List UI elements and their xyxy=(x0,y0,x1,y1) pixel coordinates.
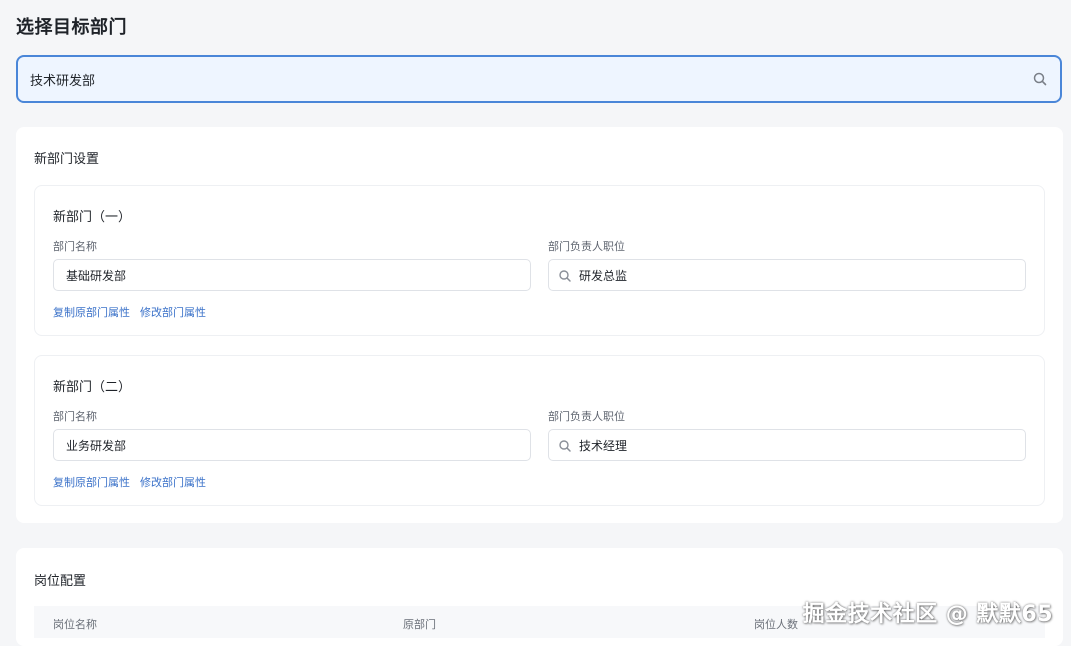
copy-department-attributes-link[interactable]: 复制原部门属性 xyxy=(53,304,130,320)
department-name-label: 部门名称 xyxy=(53,240,97,253)
edit-department-attributes-link[interactable]: 修改部门属性 xyxy=(140,304,206,320)
department-name-field[interactable] xyxy=(53,259,531,291)
manager-position-field[interactable] xyxy=(548,259,1026,291)
department-name-input[interactable] xyxy=(66,260,516,290)
manager-position-label: 部门负责人职位 xyxy=(548,410,625,423)
watermark: 掘金技术社区 @ 默默65 xyxy=(802,602,1053,627)
column-header-position-name: 岗位名称 xyxy=(53,618,97,631)
new-department-card-2: 新部门（二） 部门名称 部门负责人职位 复制原部门属性 修改部门属性 xyxy=(34,355,1045,506)
new-department-section-title: 新部门设置 xyxy=(34,152,100,167)
search-icon xyxy=(558,268,572,282)
copy-department-attributes-link[interactable]: 复制原部门属性 xyxy=(53,474,130,490)
new-department-card-1: 新部门（一） 部门名称 部门负责人职位 复制原部门属性 修改部门属性 xyxy=(34,185,1045,336)
search-icon[interactable] xyxy=(1032,71,1048,87)
department-name-label: 部门名称 xyxy=(53,410,97,423)
manager-position-label: 部门负责人职位 xyxy=(548,240,625,253)
target-department-search[interactable] xyxy=(16,55,1062,103)
manager-position-input[interactable] xyxy=(579,260,1009,290)
column-header-original-department: 原部门 xyxy=(403,618,436,631)
department-name-input[interactable] xyxy=(66,430,516,460)
new-department-panel: 新部门设置 新部门（一） 部门名称 部门负责人职位 复制原部门属性 修改部门属性 xyxy=(16,127,1063,523)
page: 选择目标部门 新部门设置 新部门（一） 部门名称 部门负责人职位 xyxy=(0,0,1071,646)
manager-position-field[interactable] xyxy=(548,429,1026,461)
new-department-card-title: 新部门（一） xyxy=(53,210,132,225)
page-title: 选择目标部门 xyxy=(16,17,127,38)
department-name-field[interactable] xyxy=(53,429,531,461)
target-department-input[interactable] xyxy=(30,57,1010,101)
search-icon xyxy=(558,438,572,452)
new-department-card-title: 新部门（二） xyxy=(53,380,132,395)
column-header-position-count: 岗位人数 xyxy=(754,618,798,631)
manager-position-input[interactable] xyxy=(579,430,1009,460)
edit-department-attributes-link[interactable]: 修改部门属性 xyxy=(140,474,206,490)
position-config-section-title: 岗位配置 xyxy=(34,574,87,589)
